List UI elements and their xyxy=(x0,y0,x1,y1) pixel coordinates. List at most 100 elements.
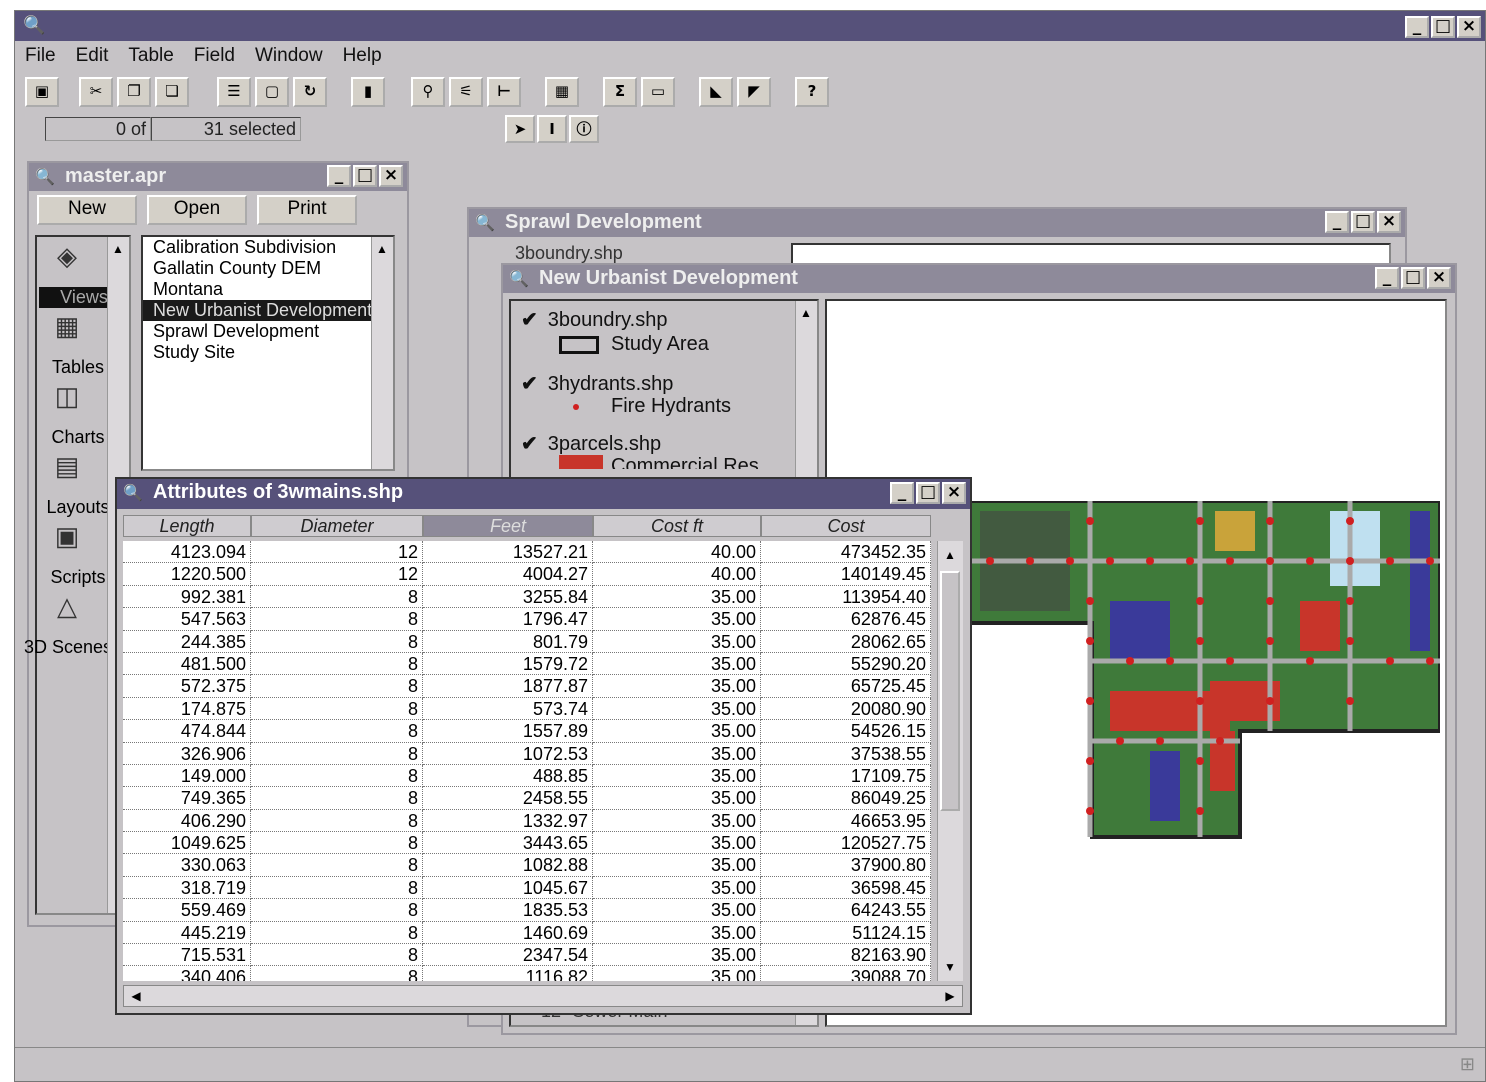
menu-window[interactable]: Window xyxy=(245,43,333,71)
table-cell[interactable]: 64243.55 xyxy=(761,899,931,922)
tables-icon[interactable]: ▦ xyxy=(45,311,89,349)
table-cell[interactable]: 35.00 xyxy=(593,832,761,855)
open-button[interactable]: Open xyxy=(147,195,247,225)
attributes-title-bar[interactable]: 🔍 Attributes of 3wmains.shp _ □ × xyxy=(117,479,970,509)
table-cell[interactable]: 406.290 xyxy=(123,809,251,833)
table-cell[interactable]: 149.000 xyxy=(123,764,251,788)
layouts-icon[interactable]: ▤ xyxy=(45,451,89,489)
scroll-up-icon[interactable]: ▲ xyxy=(372,239,392,259)
table-cell[interactable]: 35.00 xyxy=(593,630,761,653)
table-cell[interactable]: 474.844 xyxy=(123,720,251,743)
table-cell[interactable]: 8 xyxy=(251,944,423,967)
urbanist-close-button[interactable]: × xyxy=(1427,267,1451,289)
table-cell[interactable]: 35.00 xyxy=(593,585,761,609)
paste-icon[interactable]: ❏ xyxy=(155,77,189,107)
table-cell[interactable]: 1835.53 xyxy=(423,899,593,922)
edit-tool-icon[interactable]: I xyxy=(537,115,567,143)
attributes-minimize-button[interactable]: _ xyxy=(890,482,914,504)
table-cell[interactable]: 13527.21 xyxy=(423,541,593,564)
find-icon[interactable]: ⚲ xyxy=(411,77,445,107)
table-cell[interactable]: 8 xyxy=(251,630,423,653)
table-cell[interactable]: 8 xyxy=(251,921,423,945)
menu-file[interactable]: File xyxy=(15,43,66,71)
table-row[interactable]: 572.375 8 1877.87 35.00 65725.45 xyxy=(123,675,931,698)
table-cell[interactable]: 174.875 xyxy=(123,697,251,721)
table-cell[interactable]: 2347.54 xyxy=(423,944,593,967)
table-cell[interactable]: 1557.89 xyxy=(423,720,593,743)
table-cell[interactable]: 1082.88 xyxy=(423,854,593,877)
table-cell[interactable]: 1072.53 xyxy=(423,742,593,765)
table-cell[interactable]: 35.00 xyxy=(593,608,761,631)
table-cell[interactable]: 8 xyxy=(251,608,423,631)
sort-descending-icon[interactable]: ◤ xyxy=(737,77,771,107)
table-cell[interactable]: 559.469 xyxy=(123,899,251,922)
table-cell[interactable]: 2458.55 xyxy=(423,787,593,810)
table-cell[interactable]: 65725.45 xyxy=(761,675,931,698)
table-row[interactable]: 474.844 8 1557.89 35.00 54526.15 xyxy=(123,720,931,743)
theme-hydrants[interactable]: ✔ 3hydrants.shp xyxy=(521,371,673,396)
list-item[interactable]: Montana xyxy=(143,279,393,300)
column-header-diameter[interactable]: Diameter xyxy=(251,515,423,537)
table-cell[interactable]: 35.00 xyxy=(593,876,761,900)
table-cell[interactable]: 749.365 xyxy=(123,787,251,810)
table-row[interactable]: 481.500 8 1579.72 35.00 55290.20 xyxy=(123,652,931,676)
table-cell[interactable]: 35.00 xyxy=(593,697,761,721)
development-map[interactable] xyxy=(970,501,1440,839)
table-cell[interactable]: 8 xyxy=(251,652,423,676)
list-item-selected[interactable]: New Urbanist Development xyxy=(143,300,393,321)
scroll-up-icon[interactable]: ▲ xyxy=(796,303,816,323)
table-cell[interactable]: 82163.90 xyxy=(761,944,931,967)
table-cell[interactable]: 1116.82 xyxy=(423,966,593,981)
list-item[interactable]: Gallatin County DEM xyxy=(143,258,393,279)
checkmark-icon[interactable]: ✔ xyxy=(521,373,538,395)
table-cell[interactable]: 330.063 xyxy=(123,854,251,877)
table-row[interactable]: 330.063 8 1082.88 35.00 37900.80 xyxy=(123,854,931,877)
table-cell[interactable]: 8 xyxy=(251,742,423,765)
table-cell[interactable]: 39088.70 xyxy=(761,966,931,981)
table-row[interactable]: 715.531 8 2347.54 35.00 82163.90 xyxy=(123,944,931,967)
identify-icon[interactable]: ⓘ xyxy=(569,115,599,143)
new-button[interactable]: New xyxy=(37,195,137,225)
table-cell[interactable]: 4123.094 xyxy=(123,541,251,564)
table-row[interactable]: 4123.094 12 13527.21 40.00 473452.35 xyxy=(123,541,931,564)
table-cell[interactable]: 35.00 xyxy=(593,742,761,765)
table-cell[interactable]: 1220.500 xyxy=(123,563,251,586)
scroll-down-icon[interactable]: ▼ xyxy=(938,957,962,977)
table-cell[interactable]: 17109.75 xyxy=(761,764,931,788)
table-cell[interactable]: 28062.65 xyxy=(761,630,931,653)
table-cell[interactable]: 35.00 xyxy=(593,966,761,981)
print-button[interactable]: Print xyxy=(257,195,357,225)
table-cell[interactable]: 12 xyxy=(251,563,423,586)
column-header-cost[interactable]: Cost xyxy=(761,515,931,537)
table-cell[interactable]: 140149.45 xyxy=(761,563,931,586)
table-cell[interactable]: 715.531 xyxy=(123,944,251,967)
urbanist-title-bar[interactable]: 🔍 New Urbanist Development _ □ × xyxy=(503,265,1455,293)
table-cell[interactable]: 35.00 xyxy=(593,764,761,788)
table-row[interactable]: 749.365 8 2458.55 35.00 86049.25 xyxy=(123,787,931,810)
table-row[interactable]: 326.906 8 1072.53 35.00 37538.55 xyxy=(123,742,931,765)
table-row[interactable]: 992.381 8 3255.84 35.00 113954.40 xyxy=(123,585,931,609)
table-cell[interactable]: 992.381 xyxy=(123,585,251,609)
sprawl-title-bar[interactable]: 🔍 Sprawl Development _ □ × xyxy=(469,209,1405,237)
sort-ascending-icon[interactable]: ◣ xyxy=(699,77,733,107)
table-cell[interactable]: 8 xyxy=(251,966,423,981)
table-cell[interactable]: 473452.35 xyxy=(761,541,931,564)
menu-field[interactable]: Field xyxy=(184,43,245,71)
checkmark-icon[interactable]: ✔ xyxy=(521,309,538,331)
table-cell[interactable]: 36598.45 xyxy=(761,876,931,900)
table-row[interactable]: 174.875 8 573.74 35.00 20080.90 xyxy=(123,697,931,721)
theme-boundary[interactable]: ✔ 3boundry.shp xyxy=(521,307,667,332)
table-row[interactable]: 1049.625 8 3443.65 35.00 120527.75 xyxy=(123,832,931,855)
table-row[interactable]: 445.219 8 1460.69 35.00 51124.15 xyxy=(123,921,931,945)
project-title-bar[interactable]: 🔍 master.apr _ □ × xyxy=(29,163,407,191)
table-cell[interactable]: 35.00 xyxy=(593,720,761,743)
project-maximize-button[interactable]: □ xyxy=(353,165,377,187)
table-cell[interactable]: 3255.84 xyxy=(423,585,593,609)
table-cell[interactable]: 801.79 xyxy=(423,630,593,653)
table-cell[interactable]: 35.00 xyxy=(593,921,761,945)
table-cell[interactable]: 318.719 xyxy=(123,876,251,900)
table-cell[interactable]: 1332.97 xyxy=(423,809,593,833)
urbanist-maximize-button[interactable]: □ xyxy=(1401,267,1425,289)
pointer-tool-icon[interactable]: ➤ xyxy=(505,115,535,143)
table-cell[interactable]: 55290.20 xyxy=(761,652,931,676)
